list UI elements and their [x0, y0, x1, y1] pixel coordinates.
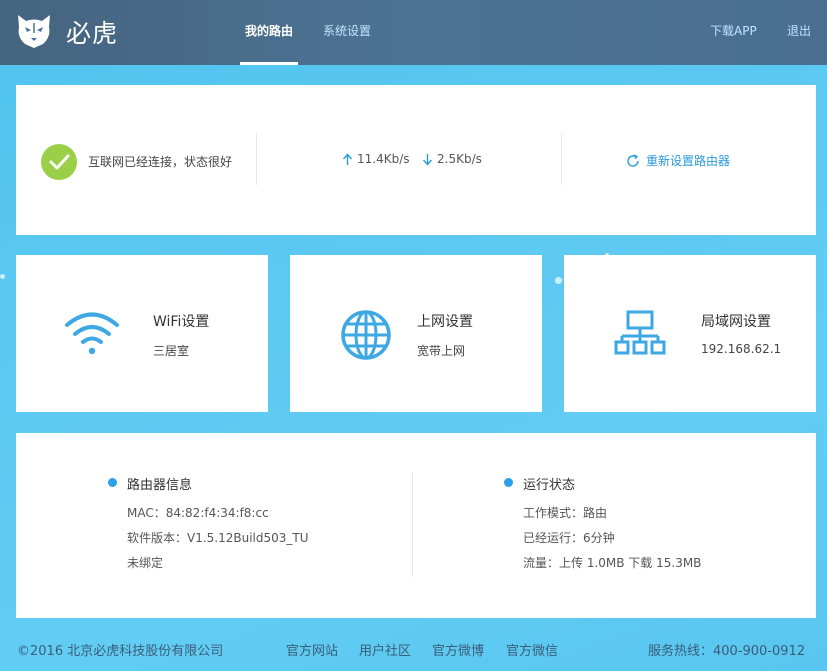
refresh-icon [627, 153, 639, 167]
internet-connection-type: 宽带上网 [417, 344, 466, 358]
lan-settings-card[interactable]: 局域网设置 192.168.62.1 [564, 255, 816, 412]
work-mode: 工作模式：路由 [523, 506, 608, 520]
download-arrow-icon [422, 153, 433, 166]
connection-status-panel: 互联网已经连接，状态很好 11.4Kb/s 2.5Kb/s 重新设置路由器 [16, 85, 816, 235]
active-tab-indicator [240, 62, 298, 65]
divider [412, 473, 413, 577]
running-status-title: 运行状态 [523, 478, 576, 493]
divider [256, 133, 257, 185]
decor-dot [0, 274, 5, 279]
reconfigure-router-button[interactable]: 重新设置路由器 [626, 152, 730, 169]
upload-arrow-icon [342, 152, 353, 165]
logout-link[interactable]: 退出 [787, 22, 811, 39]
wifi-settings-card[interactable]: WiFi设置 三居室 [16, 255, 268, 412]
running-status-bullet [504, 478, 513, 487]
router-info-bullet [108, 478, 117, 487]
upload-speed-value: 11.4Kb/s [357, 152, 410, 166]
wifi-settings-title: WiFi设置 [153, 314, 210, 330]
globe-icon [341, 310, 391, 360]
weibo-link[interactable]: 官方微博 [432, 640, 484, 659]
reconfigure-router-label: 重新设置路由器 [646, 154, 731, 168]
lan-settings-title: 局域网设置 [701, 314, 771, 330]
connection-status-text: 互联网已经连接，状态很好 [88, 155, 233, 169]
connected-check-icon [41, 144, 77, 180]
tab-system-settings[interactable]: 系统设置 [323, 22, 371, 39]
wifi-icon [65, 312, 119, 355]
wifi-ssid: 三居室 [153, 344, 190, 358]
lan-ip-address: 192.168.62.1 [701, 342, 782, 356]
decor-dot [555, 277, 562, 284]
top-bar: 必虎 我的路由 系统设置 下载APP 退出 [0, 0, 827, 65]
router-info-panel: 路由器信息 MAC：84:82:f4:34:f8:cc 软件版本：V1.5.12… [16, 433, 816, 618]
firmware-version: 软件版本：V1.5.12Build503_TU [127, 531, 309, 545]
internet-settings-title: 上网设置 [417, 314, 473, 330]
traffic-stats: 流量：上传 1.0MB 下载 15.3MB [523, 556, 702, 570]
router-info-title: 路由器信息 [127, 478, 193, 493]
network-icon [614, 310, 666, 355]
download-speed-value: 2.5Kb/s [437, 152, 482, 166]
brand-name: 必虎 [66, 19, 119, 48]
download-speed: 2.5Kb/s [422, 152, 482, 166]
footer: ©2016 北京必虎科技股份有限公司 官方网站 用户社区 官方微博 官方微信 服… [0, 630, 827, 671]
upload-speed: 11.4Kb/s [342, 152, 410, 166]
community-link[interactable]: 用户社区 [359, 640, 411, 659]
copyright: ©2016 北京必虎科技股份有限公司 [17, 644, 224, 659]
binding-status: 未绑定 [127, 556, 164, 570]
official-site-link[interactable]: 官方网站 [286, 640, 338, 659]
mac-address: MAC：84:82:f4:34:f8:cc [127, 506, 269, 520]
tab-my-router[interactable]: 我的路由 [245, 22, 293, 39]
tiger-logo-icon [18, 15, 50, 48]
download-app-link[interactable]: 下载APP [710, 22, 757, 39]
divider [561, 133, 562, 185]
wechat-link[interactable]: 官方微信 [506, 640, 558, 659]
internet-settings-card[interactable]: 上网设置 宽带上网 [290, 255, 542, 412]
uptime: 已经运行：6分钟 [523, 531, 615, 545]
service-hotline: 服务热线：400-900-0912 [648, 644, 806, 659]
